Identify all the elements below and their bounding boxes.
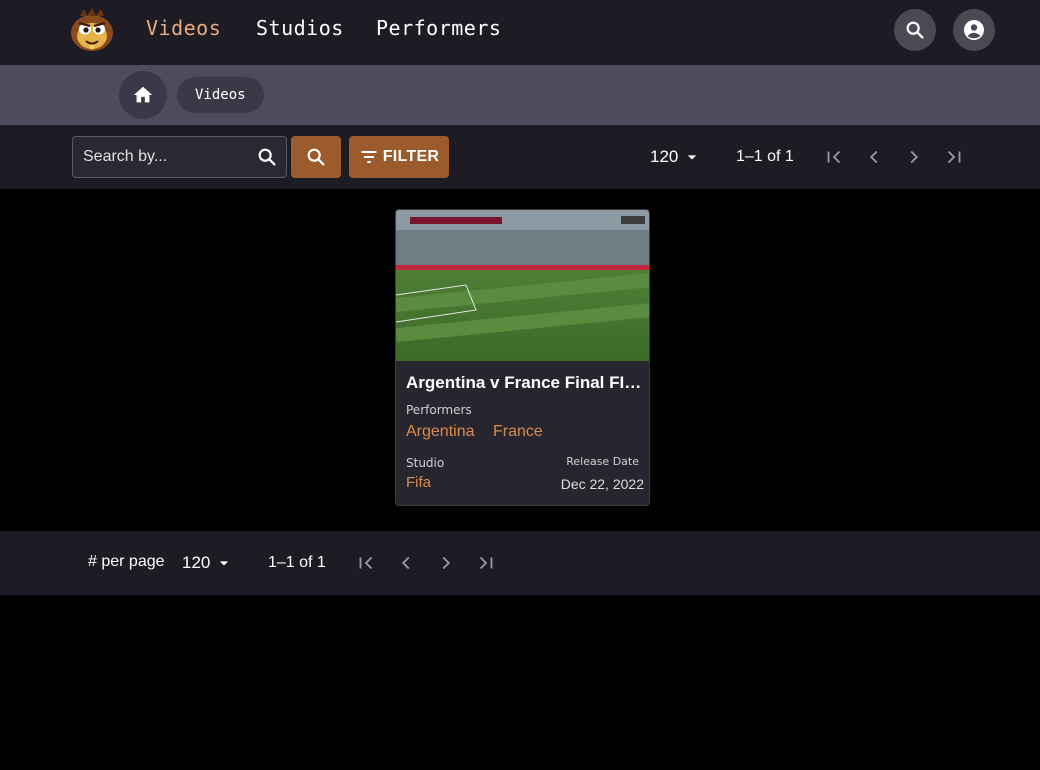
chevron-left-icon [869, 150, 878, 164]
video-card[interactable]: Argentina v France Final FIFA World Cup … [395, 209, 650, 506]
nav-videos[interactable]: Videos [146, 16, 221, 40]
nav-studios[interactable]: Studios [256, 16, 344, 40]
first-page-icon [359, 556, 373, 570]
first-page-button[interactable] [822, 145, 846, 169]
pager-range-text: 1–1 of 1 [736, 148, 794, 165]
video-thumbnail[interactable] [396, 210, 650, 361]
arrow-drop-down-icon [688, 155, 697, 160]
search-icon [906, 21, 924, 39]
search-input[interactable] [83, 137, 243, 177]
last-page-icon [947, 150, 961, 164]
bottom-first-page-button[interactable] [354, 551, 378, 575]
top-navbar: Videos Studios Performers [0, 0, 1040, 65]
home-icon [133, 86, 153, 103]
previous-page-button[interactable] [862, 145, 886, 169]
bottom-per-page-value: 120 [182, 553, 211, 572]
performers-label: Performers [406, 403, 472, 417]
search-button[interactable] [291, 136, 341, 178]
chevron-right-icon [910, 150, 919, 164]
arrow-drop-down-icon [220, 561, 229, 566]
search-icon [307, 148, 325, 166]
bottom-last-page-button[interactable] [474, 551, 498, 575]
chevron-left-icon [401, 556, 410, 570]
filter-list-icon [361, 151, 377, 163]
studio-link[interactable]: Fifa [406, 474, 431, 491]
account-button[interactable] [953, 9, 995, 51]
chevron-right-icon [442, 556, 451, 570]
bottom-pagination: # per page 120 1–1 of 1 [0, 531, 1040, 595]
bottom-next-page-button[interactable] [434, 551, 458, 575]
search-field [72, 136, 287, 178]
video-title[interactable]: Argentina v France Final FIFA World Cup … [406, 373, 644, 393]
list-toolbar: FILTER 120 1–1 of 1 [0, 125, 1040, 189]
per-page-value: 120 [650, 147, 679, 166]
performer-link-argentina[interactable]: Argentina [406, 423, 475, 441]
per-page-label: # per page [88, 553, 165, 570]
last-page-button[interactable] [942, 145, 966, 169]
account-circle-icon [964, 20, 984, 40]
monkey-logo-icon[interactable] [68, 6, 116, 54]
last-page-icon [479, 556, 493, 570]
search-icon[interactable] [256, 146, 278, 168]
studio-label: Studio [406, 456, 445, 470]
release-date-value: Dec 22, 2022 [560, 476, 644, 492]
bottom-pager-range-text: 1–1 of 1 [268, 554, 326, 571]
first-page-icon [827, 150, 841, 164]
next-page-button[interactable] [902, 145, 926, 169]
filter-button-label: FILTER [382, 148, 440, 165]
home-button[interactable] [119, 71, 167, 119]
global-search-button[interactable] [894, 9, 936, 51]
filter-button[interactable]: FILTER [349, 136, 449, 178]
performer-link-france[interactable]: France [493, 423, 543, 441]
bottom-previous-page-button[interactable] [394, 551, 418, 575]
per-page-select[interactable]: 120 [650, 125, 702, 189]
breadcrumb-item-videos[interactable]: Videos [177, 77, 264, 113]
nav-performers[interactable]: Performers [376, 16, 501, 40]
release-date-label: Release Date [566, 455, 639, 468]
bottom-per-page-select[interactable]: 120 [182, 531, 234, 595]
breadcrumb: Videos [0, 65, 1040, 125]
